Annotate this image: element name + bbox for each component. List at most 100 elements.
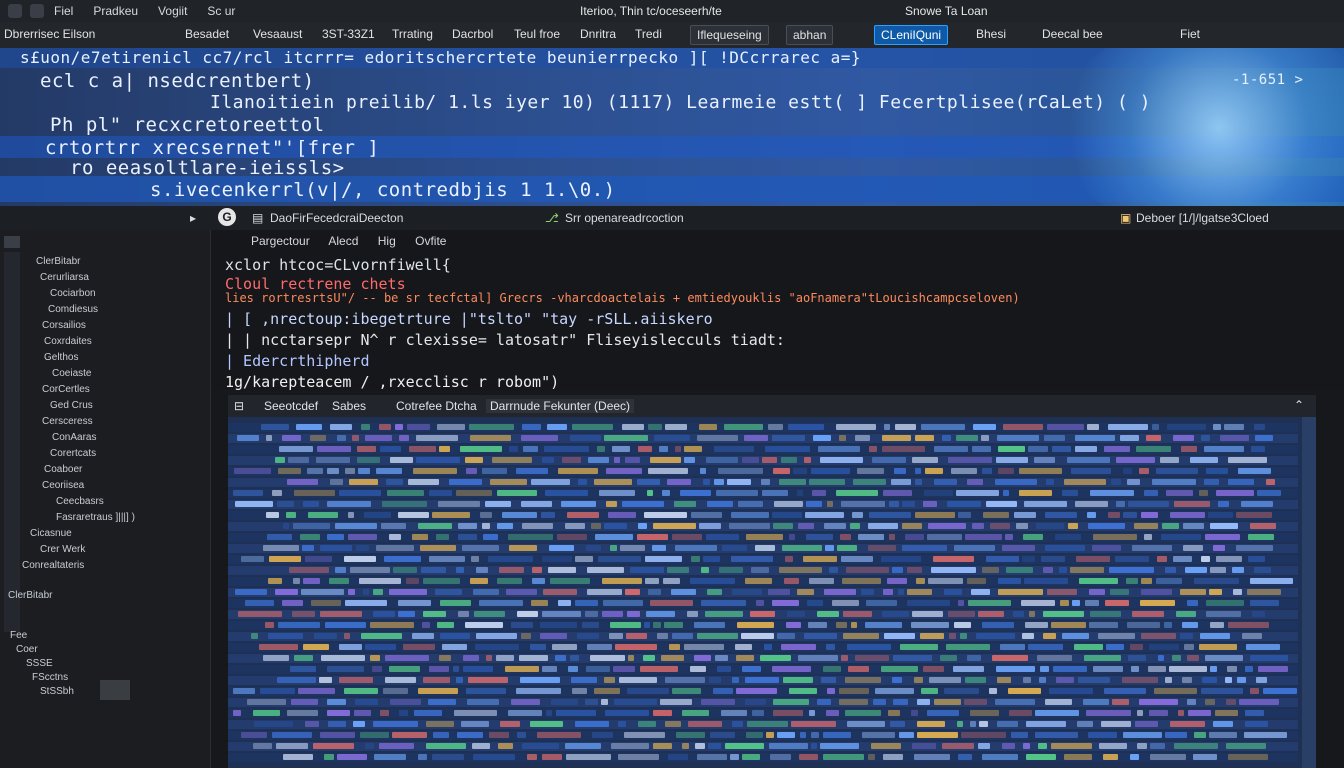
- panel-tab-2[interactable]: Sabes: [332, 399, 366, 413]
- breadcrumb-path[interactable]: DaoFirFecedcraiDeecton: [270, 211, 403, 225]
- breadcrumb-right[interactable]: Deboer [1/]/lgatse3Cloed: [1136, 211, 1269, 225]
- panel-code-token: [770, 754, 791, 760]
- panel-code-token: [465, 457, 483, 463]
- list-item[interactable]: Comdiesus: [48, 304, 98, 320]
- code-line[interactable]: | | ncctarsepr N^ r clexisse= latosatr" …: [225, 331, 785, 349]
- list-item[interactable]: Ged Crus: [50, 400, 93, 416]
- list-item[interactable]: Ceoriisea: [42, 480, 84, 496]
- toolbar-item-4[interactable]: Trrating: [392, 27, 433, 41]
- toolbar-item-8[interactable]: Tredi: [635, 27, 662, 41]
- panel-code-token: [1158, 655, 1164, 661]
- list-item[interactable]: Coxrdaites: [44, 336, 92, 352]
- toolbar-item-last[interactable]: Deecal bee: [1042, 27, 1103, 41]
- github-icon[interactable]: G: [218, 208, 236, 226]
- toolbar-item-after[interactable]: Bhesi: [976, 27, 1006, 41]
- toolbar-item-6[interactable]: Teul froe: [514, 27, 560, 41]
- panel-code-token: [965, 677, 986, 683]
- panel-expand-icon[interactable]: ⌃: [1294, 398, 1304, 412]
- panel-code-token: [1046, 479, 1054, 485]
- list-item[interactable]: Coeiaste: [52, 368, 91, 384]
- list-item[interactable]: Cicasnue: [30, 528, 72, 544]
- panel-code-token: [690, 578, 735, 584]
- code-line[interactable]: lies rortresrtsU"/ -- be sr tecfctal] Gr…: [225, 291, 1020, 305]
- toolbar-item-2[interactable]: Vesaaust: [253, 27, 302, 41]
- panel-tab-active[interactable]: Darrnude Fekunter (Deec): [486, 399, 635, 413]
- toolbar-chip-1[interactable]: Iflequeseing: [690, 25, 769, 45]
- panel-code-token: [597, 446, 605, 452]
- toolbar-chip-2[interactable]: abhan: [786, 25, 834, 45]
- code-line[interactable]: | Edercrthipherd: [225, 352, 370, 370]
- list-item[interactable]: Cersceress: [42, 416, 93, 432]
- panel-code-token: [398, 611, 415, 617]
- list-item[interactable]: ClerBitabr: [36, 256, 80, 272]
- home-icon[interactable]: [30, 4, 44, 18]
- panel-code-token: [742, 457, 759, 463]
- panel-code-token: [949, 633, 956, 639]
- menu-item-product[interactable]: Pradkeu: [83, 4, 148, 18]
- panel-code-token: [1070, 567, 1104, 573]
- toolbar-item-far-right[interactable]: Fiet: [1180, 27, 1200, 41]
- list-item[interactable]: Conrealtateris: [22, 560, 84, 576]
- panel-code-token: [687, 611, 698, 617]
- list-item[interactable]: Crer Werk: [40, 544, 85, 560]
- panel-code-token: [1105, 600, 1129, 606]
- tab-1[interactable]: Pargectour: [251, 234, 310, 248]
- panel-code-token: [1154, 688, 1197, 694]
- panel-code-token: [998, 578, 1021, 584]
- toolbar-item-1[interactable]: Besadet: [185, 27, 229, 41]
- toolbar-active-chip[interactable]: CLeniIQuni: [874, 25, 949, 45]
- panel-code-token: [905, 534, 924, 540]
- tab-2[interactable]: Alecd: [328, 234, 358, 248]
- list-item[interactable]: ClerBitabr: [8, 590, 52, 606]
- menubar-right-text[interactable]: Snowe Ta Loan: [905, 4, 988, 18]
- code-line[interactable]: xclor htcoc=CLvornfiwell{: [225, 256, 451, 274]
- panel-code-token: [927, 534, 962, 540]
- panel-code-token: [661, 655, 684, 661]
- panel-code-token: [684, 457, 695, 463]
- panel-code-token: [915, 468, 921, 474]
- toolbar-item-5[interactable]: Dacrbol: [452, 27, 493, 41]
- toolbar-item-3[interactable]: 3ST-33Z1: [322, 27, 375, 41]
- panel-scrollbar[interactable]: [1302, 417, 1316, 768]
- panel-code-token: [653, 523, 696, 529]
- list-item[interactable]: Fasraretraus ]|||] ): [56, 512, 135, 528]
- sidebar-scroll-track[interactable]: [4, 252, 20, 632]
- list-item[interactable]: Ceecbasrs: [56, 496, 104, 512]
- panel-code-token: [556, 710, 596, 716]
- panel-tab-3[interactable]: Cotrefee Dtcha: [396, 399, 477, 413]
- panel-code-token: [765, 446, 810, 452]
- panel-tab-1[interactable]: Seeotcdef: [264, 399, 318, 413]
- sidebar-toggle-icon[interactable]: [4, 236, 20, 248]
- panel-code-token: [1074, 644, 1103, 650]
- menu-item-file[interactable]: Fiel: [44, 4, 83, 18]
- list-item[interactable]: Corsailios: [42, 320, 86, 336]
- list-item[interactable]: Cerurliarsa: [40, 272, 89, 288]
- list-item[interactable]: CorCertles: [42, 384, 90, 400]
- list-item[interactable]: Corertcats: [50, 448, 96, 464]
- toolbar-item-7[interactable]: Dnritra: [580, 27, 616, 41]
- panel-code-token: [1250, 578, 1293, 584]
- tab-4[interactable]: Ovfite: [415, 234, 446, 248]
- code-line[interactable]: | [ ,nrectoup:ibegetrture |"tslto" "tay …: [225, 310, 713, 328]
- panel-code-token: [1199, 644, 1237, 650]
- panel-code-token: [1250, 523, 1276, 529]
- panel-code-token: [998, 446, 1025, 452]
- list-item[interactable]: Gelthos: [44, 352, 78, 368]
- panel-code-token: [608, 512, 636, 518]
- collapse-icon[interactable]: ▸: [190, 211, 196, 225]
- bottom-item[interactable]: StSSbh: [40, 686, 74, 702]
- list-item[interactable]: Coaboer: [44, 464, 82, 480]
- menu-item-source[interactable]: Sc ur: [197, 4, 245, 18]
- panel-code-token: [587, 589, 622, 595]
- panel-code-token: [978, 611, 1004, 617]
- tab-3[interactable]: Hig: [378, 234, 396, 248]
- code-line[interactable]: 1g/karepteacem / ,rxecclisc r robom"): [225, 373, 559, 391]
- panel-code-token: [412, 534, 428, 540]
- menu-item-view[interactable]: Vogiit: [148, 4, 197, 18]
- panel-code-token: [691, 512, 722, 518]
- project-label[interactable]: Dbrerrisec Eilson: [4, 27, 95, 41]
- breadcrumb-middle[interactable]: Srr openareadrcoction: [565, 211, 684, 225]
- list-item[interactable]: Cociarbon: [50, 288, 96, 304]
- list-item[interactable]: ConAaras: [52, 432, 96, 448]
- panel-code-token: [316, 457, 350, 463]
